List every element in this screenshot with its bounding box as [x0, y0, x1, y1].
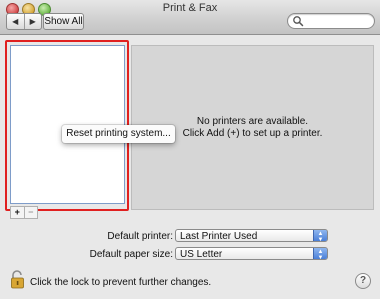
lock-message: Click the lock to prevent further change… [30, 277, 212, 288]
popup-arrows-icon: ▲ ▼ [313, 230, 327, 241]
no-printers-message: No printers are available. Click Add (+)… [183, 116, 323, 140]
no-printers-line: No printers are available. [196, 115, 309, 127]
default-printer-value: Last Printer Used [180, 231, 258, 242]
add-printer-button[interactable]: + [11, 207, 24, 218]
forward-button[interactable]: ▶ [23, 14, 42, 29]
default-printer-label: Default printer: [107, 231, 173, 242]
popup-arrows-icon: ▲ ▼ [313, 248, 327, 259]
search-input[interactable] [304, 14, 368, 28]
default-printer-popup[interactable]: Last Printer Used ▲ ▼ [175, 229, 328, 242]
reset-printing-system-item[interactable]: Reset printing system... [62, 125, 175, 143]
help-button[interactable]: ? [355, 273, 371, 289]
title-bar: Print & Fax ◀ ▶ Show All [0, 0, 380, 35]
show-all-button[interactable]: Show All [43, 13, 84, 30]
back-button[interactable]: ◀ [7, 14, 24, 29]
lock-icon[interactable] [10, 270, 26, 289]
context-menu: Reset printing system... [62, 125, 175, 143]
default-paper-size-label: Default paper size: [89, 249, 173, 260]
print-fax-window: Print & Fax ◀ ▶ Show All + − No printers… [0, 0, 380, 299]
search-field[interactable] [287, 13, 375, 29]
add-remove-control: + − [10, 206, 38, 219]
remove-printer-button[interactable]: − [23, 207, 38, 218]
add-printer-hint: Click Add (+) to set up a printer. [182, 127, 323, 139]
back-forward-control: ◀ ▶ [6, 13, 42, 30]
default-paper-size-value: US Letter [180, 249, 223, 260]
default-paper-size-popup[interactable]: US Letter ▲ ▼ [175, 247, 328, 260]
search-icon [293, 16, 304, 27]
